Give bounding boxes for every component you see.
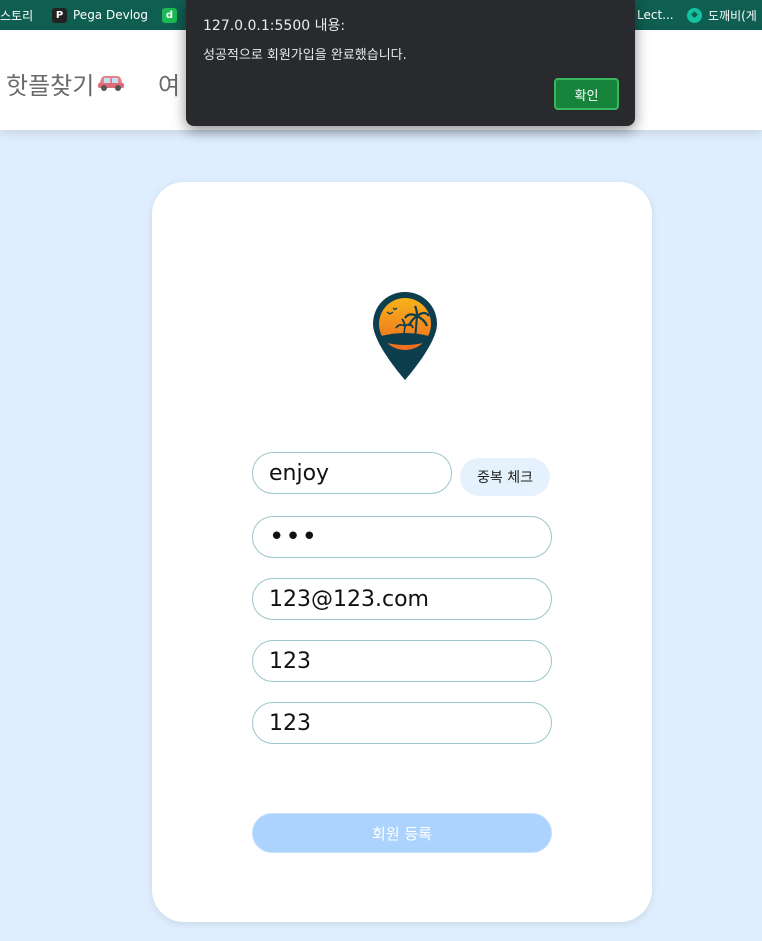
email-input[interactable]: 123@123.com: [252, 578, 552, 620]
bookmark-label: Pega Devlog: [73, 8, 148, 22]
bookmark-label: 스토리: [0, 8, 34, 23]
alert-title: 127.0.0.1:5500 내용:: [203, 18, 346, 34]
username-input[interactable]: enjoy: [252, 452, 452, 494]
bookmark-lecture[interactable]: Lect...: [637, 0, 674, 30]
map-pin-sunset-logo: [371, 290, 439, 382]
register-submit-button[interactable]: 회원 등록: [252, 813, 552, 853]
pinterest-icon: P: [52, 7, 67, 23]
alert-ok-button[interactable]: 확인: [554, 78, 619, 110]
bookmark-label: Lect...: [637, 8, 674, 22]
duplicate-check-button[interactable]: 중복 체크: [460, 458, 550, 496]
form-input-4[interactable]: 123: [252, 640, 552, 682]
signup-card: enjoy 중복 체크 ••• 123@123.com 123 123 회원 등…: [152, 182, 652, 922]
car-icon: [96, 70, 126, 98]
nav-item-travel[interactable]: 여: [158, 66, 180, 101]
form-input-5[interactable]: 123: [252, 702, 552, 744]
bookmark-dokkaebi[interactable]: ◆ 도깨비(게: [687, 0, 757, 30]
brand-logo-link[interactable]: 핫플찾기: [6, 66, 126, 101]
dokkaebi-icon: ◆: [687, 7, 702, 23]
bookmark-story[interactable]: 스토리: [0, 0, 33, 30]
password-input[interactable]: •••: [252, 516, 552, 558]
bookmark-label: 도깨비(게: [708, 8, 757, 23]
alert-dialog: 127.0.0.1:5500 내용: 성공적으로 회원가입을 완료했습니다. 확…: [186, 0, 635, 126]
brand-title: 핫플찾기: [6, 72, 95, 100]
bookmark-d[interactable]: d: [162, 0, 177, 30]
alert-message: 성공적으로 회원가입을 완료했습니다.: [203, 48, 407, 63]
d-icon: d: [162, 7, 177, 23]
bookmark-pega-devlog[interactable]: P Pega Devlog: [52, 0, 148, 30]
